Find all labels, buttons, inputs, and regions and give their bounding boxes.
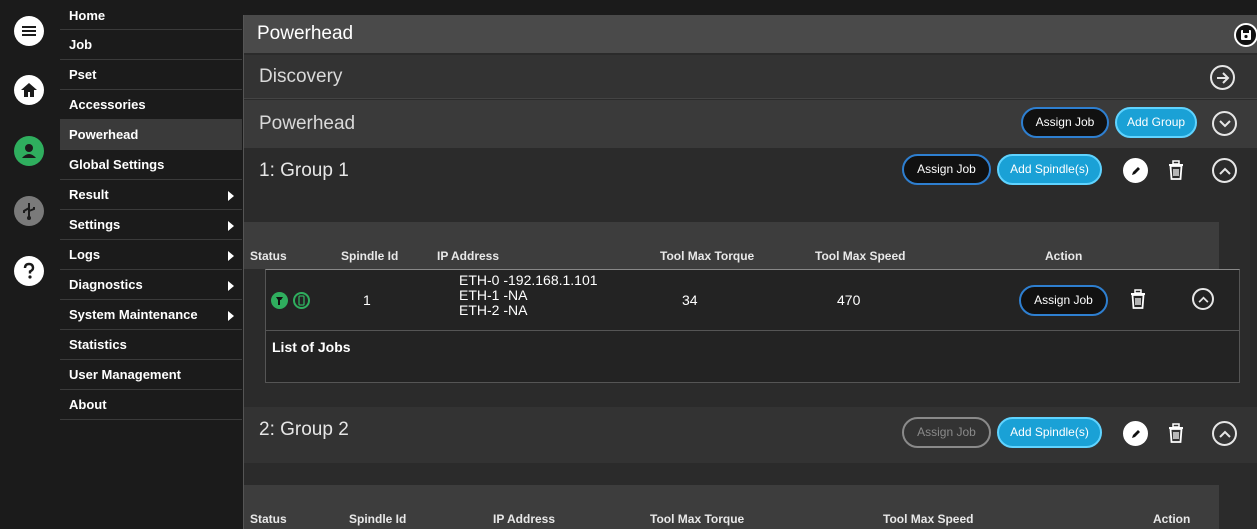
user-icon[interactable]	[14, 136, 44, 166]
discovery-section[interactable]: Discovery	[244, 55, 1257, 99]
ip-eth1: ETH-1 -NA	[459, 287, 528, 303]
column-header-tool-max-speed: Tool Max Speed	[883, 512, 974, 526]
nav-item-label: User Management	[69, 367, 181, 382]
nav-item-label: Settings	[69, 217, 121, 232]
row-assign-job-button[interactable]: Assign Job	[1019, 285, 1108, 316]
nav-item-label: Powerhead	[69, 127, 139, 142]
group-2-header: 2: Group 2 Assign Job Add Spindle(s)	[244, 407, 1257, 463]
arrow-right-icon[interactable]	[1210, 65, 1235, 90]
nav-item-label: Job	[69, 37, 93, 52]
nav-item-accessories[interactable]: Accessories	[60, 90, 242, 120]
group-1-header: 1: Group 1 Assign Job Add Spindle(s)	[244, 148, 1257, 204]
nav-item-result[interactable]: Result	[60, 180, 242, 210]
nav-item-pset[interactable]: Pset	[60, 60, 242, 90]
discovery-title: Discovery	[259, 66, 343, 87]
page-title: Powerhead	[257, 23, 354, 44]
group-1-add-spindle-button[interactable]: Add Spindle(s)	[997, 154, 1102, 185]
edit-icon[interactable]	[1123, 421, 1148, 446]
nav-item-about[interactable]: About	[60, 390, 242, 420]
nav-item-label: Result	[69, 187, 109, 202]
group-2-assign-job-button[interactable]: Assign Job	[902, 417, 991, 448]
column-header-spindle-id: Spindle Id	[349, 512, 407, 526]
column-header-status: Status	[250, 512, 287, 526]
nav-item-label: Logs	[69, 247, 101, 262]
ip-eth0: ETH-0 -192.168.1.101	[459, 272, 598, 288]
nav-item-home[interactable]: Home	[60, 4, 242, 30]
ip-eth2: ETH-2 -NA	[459, 302, 528, 318]
column-header-status: Status	[250, 249, 287, 263]
nav-item-diagnostics[interactable]: Diagnostics	[60, 270, 242, 300]
main-panel: Powerhead Discovery Powerhead Assign Job…	[243, 15, 1257, 529]
group-2-table-header: Status Spindle Id IP Address Tool Max To…	[244, 485, 1219, 529]
add-group-button[interactable]: Add Group	[1115, 107, 1197, 138]
nav-item-label: Diagnostics	[69, 277, 143, 292]
nav-item-label: System Maintenance	[69, 307, 198, 322]
icon-rail	[0, 0, 60, 529]
powerhead-section: Powerhead Assign Job Add Group	[244, 100, 1257, 148]
status-tool-icon	[293, 292, 310, 309]
help-icon[interactable]	[14, 256, 44, 286]
nav-item-label: Pset	[69, 67, 97, 82]
nav-item-label: Home	[69, 8, 106, 23]
nav-item-settings[interactable]: Settings	[60, 210, 242, 240]
group-1-assign-job-button[interactable]: Assign Job	[902, 154, 991, 185]
nav-item-job[interactable]: Job	[60, 30, 242, 60]
title-bar: Powerhead	[244, 15, 1257, 53]
nav-item-label: Accessories	[69, 97, 146, 112]
home-icon[interactable]	[14, 75, 44, 105]
menu-icon[interactable]	[14, 16, 44, 46]
nav-item-global-settings[interactable]: Global Settings	[60, 150, 242, 180]
nav-item-system-maintenance[interactable]: System Maintenance	[60, 300, 242, 330]
group-1-title: 1: Group 1	[259, 160, 349, 181]
spindle-id-value: 1	[363, 292, 371, 308]
nav-menu: Home Job Pset Accessories Powerhead Glob…	[60, 4, 242, 420]
trash-icon[interactable]	[1167, 423, 1185, 443]
column-header-ip-address: IP Address	[493, 512, 556, 526]
submenu-arrow-icon	[228, 311, 234, 321]
group-2-add-spindle-button[interactable]: Add Spindle(s)	[997, 417, 1102, 448]
group-2-title: 2: Group 2	[259, 419, 349, 440]
chevron-up-icon[interactable]	[1212, 158, 1237, 183]
column-header-tool-max-torque: Tool Max Torque	[650, 512, 745, 526]
tool-max-torque-value: 34	[682, 292, 698, 308]
submenu-arrow-icon	[228, 281, 234, 291]
nav-item-statistics[interactable]: Statistics	[60, 330, 242, 360]
submenu-arrow-icon	[228, 251, 234, 261]
assign-job-button[interactable]: Assign Job	[1021, 107, 1109, 138]
chevron-down-icon[interactable]	[1212, 111, 1237, 136]
usb-icon[interactable]	[14, 196, 44, 226]
column-header-spindle-id: Spindle Id	[341, 249, 399, 263]
column-header-tool-max-speed: Tool Max Speed	[815, 249, 906, 263]
column-header-action: Action	[1153, 512, 1191, 526]
list-of-jobs-row: List of Jobs	[265, 330, 1240, 383]
row-trash-icon[interactable]	[1129, 289, 1147, 309]
powerhead-section-title: Powerhead	[259, 113, 356, 134]
nav-item-powerhead[interactable]: Powerhead	[60, 120, 242, 150]
group-1-table-header: Status Spindle Id IP Address Tool Max To…	[244, 222, 1219, 269]
save-icon[interactable]	[1234, 23, 1257, 47]
status-connected-icon	[271, 292, 288, 309]
column-header-tool-max-torque: Tool Max Torque	[660, 249, 755, 263]
nav-item-label: Global Settings	[69, 157, 165, 172]
nav-item-label: Statistics	[69, 337, 127, 352]
ip-address-cell: ETH-0 -192.168.1.101 ETH-1 -NA ETH-2 -NA	[459, 273, 598, 318]
table-row: 1 ETH-0 -192.168.1.101 ETH-1 -NA ETH-2 -…	[265, 269, 1240, 331]
submenu-arrow-icon	[228, 221, 234, 231]
nav-item-user-management[interactable]: User Management	[60, 360, 242, 390]
nav-item-label: About	[69, 397, 107, 412]
trash-icon[interactable]	[1167, 160, 1185, 180]
tool-max-speed-value: 470	[837, 292, 861, 308]
column-header-action: Action	[1045, 249, 1083, 263]
column-header-ip-address: IP Address	[437, 249, 500, 263]
edit-icon[interactable]	[1123, 158, 1148, 183]
row-chevron-up-icon[interactable]	[1192, 288, 1214, 310]
submenu-arrow-icon	[228, 191, 234, 201]
nav-item-logs[interactable]: Logs	[60, 240, 242, 270]
list-of-jobs-label: List of Jobs	[272, 339, 351, 355]
chevron-up-icon[interactable]	[1212, 421, 1237, 446]
